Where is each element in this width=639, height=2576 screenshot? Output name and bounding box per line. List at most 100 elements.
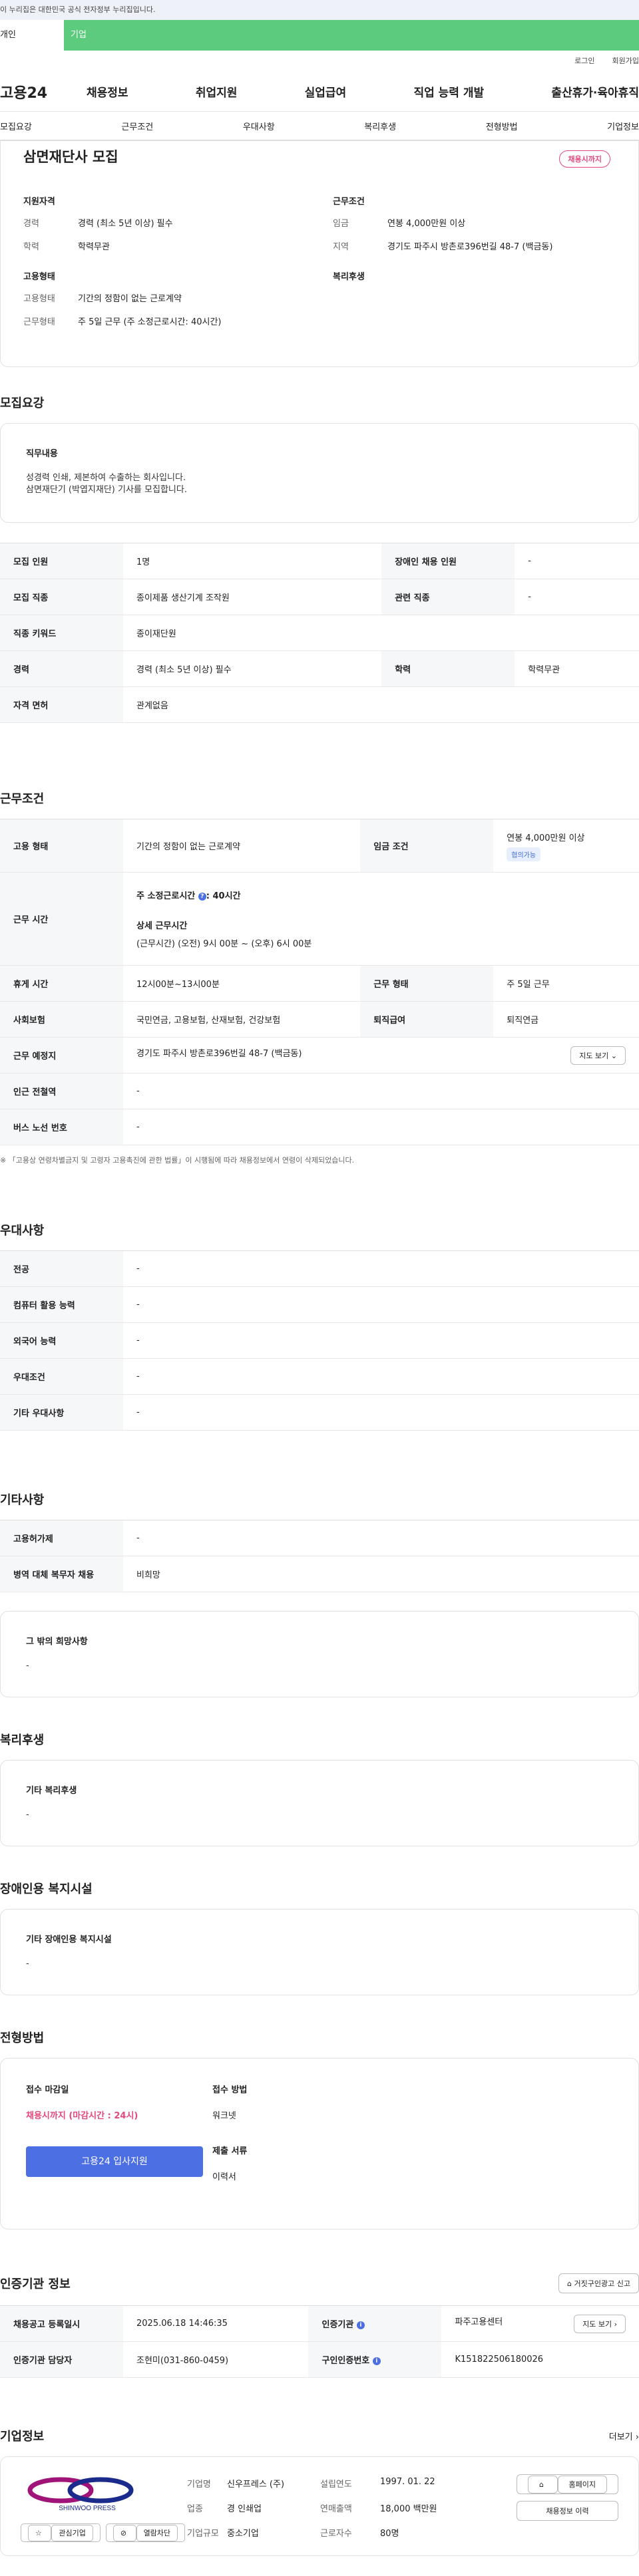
info-icon[interactable]: i <box>372 2357 381 2365</box>
table-row: 병역 대체 복무자 채용 비희망 <box>0 1556 639 1592</box>
table-cell: 비희망 <box>123 1556 639 1592</box>
table-cell: - <box>123 1286 639 1323</box>
table-cell: 조현미(031-860-0459) <box>123 2341 309 2378</box>
table-header-cell: 구인인증번호 i <box>308 2341 442 2378</box>
table-header-cell: 모집 인원 <box>0 543 123 579</box>
table-row: 휴게 시간 12시00분~13시00분 근무 형태 주 5일 근무 <box>0 965 639 1002</box>
table-header-cell: 모집 직종 <box>0 579 123 615</box>
table-row: 우대조건 - <box>0 1358 639 1395</box>
tab-pref[interactable]: 우대사항 <box>243 120 275 132</box>
table-cell: - <box>123 1109 639 1145</box>
agency-org-label: 인증기관 <box>321 2320 354 2330</box>
table-header-cell: 근무 형태 <box>360 965 494 1002</box>
hours-detail: (근무시간) (오전) 9시 00분 ~ (오후) 6시 00분 <box>136 939 312 949</box>
gnb-item-jobs[interactable]: 채용정보 <box>87 83 128 100</box>
table-cell: - <box>123 1520 639 1556</box>
table-row: 근무 시간 주 소정근로시간 ?: 40시간 상세 근무시간 (근무시간) (오… <box>0 872 639 966</box>
wage-cell: 연봉 4,000만원 이상 협의가능 <box>493 819 639 873</box>
hours-main-value: : 40시간 <box>206 891 241 901</box>
table-cell: 종이제품 생산기계 조작원 <box>123 579 382 615</box>
table-header-cell: 직종 키워드 <box>0 615 123 651</box>
chevron-right-icon: › <box>614 2319 617 2329</box>
report-button[interactable]: ⌂ 거짓구인광고 신고 <box>558 2273 639 2293</box>
summary-key: 고용형태 <box>23 294 55 304</box>
table-cell: 퇴직연금 <box>493 1001 639 1038</box>
table-header-cell: 기타 우대사항 <box>0 1394 123 1431</box>
section-title-selection: 전형방법 <box>0 2031 45 2045</box>
table-cell: 12시00분~13시00분 <box>123 965 361 1002</box>
tab-welfare[interactable]: 복리후생 <box>364 120 396 132</box>
summary-conditions: 근무조건 임금 연봉 4,000만원 이상 지역 경기도 파주시 방촌로396번길 … <box>333 194 616 263</box>
tab-company[interactable]: 기업정보 <box>607 120 639 132</box>
docs-label: 제출 서류 <box>212 2146 248 2156</box>
negotiable-chip: 협의가능 <box>507 847 541 861</box>
gnb-item-benefit[interactable]: 실업급여 <box>305 83 347 100</box>
tab-recruit[interactable]: 모집요강 <box>0 120 32 132</box>
company-key: 업종 <box>187 2504 203 2514</box>
tab-personal[interactable]: 개인 <box>0 20 64 51</box>
table-row: 고용허가제 - <box>0 1520 639 1556</box>
deadline-label: 접수 마감일 <box>26 2085 69 2095</box>
table-header-cell: 병역 대체 복무자 채용 <box>0 1556 123 1592</box>
welfare-box-title: 기타 복리후생 <box>26 1786 77 1796</box>
agency-org-cell: 파주고용센터 지도 보기 › <box>441 2305 639 2342</box>
summary-qualification: 지원자격 경력 경력 (최소 5년 이상) 필수 학력 학력무관 <box>23 194 306 263</box>
summary-value: 경기도 파주시 방촌로396번길 48-7 (백금동) <box>387 242 553 252</box>
table-cell: - <box>123 1322 639 1359</box>
tab-enterprise[interactable]: 기업 <box>64 20 639 51</box>
table-cell: - <box>123 1073 639 1109</box>
user-type-tabs: 개인 기업 <box>0 20 639 51</box>
table-header-cell: 인근 전철역 <box>0 1073 123 1109</box>
table-header-cell: 근무 시간 <box>0 872 123 966</box>
favorite-company-button[interactable]: ☆ 관심기업 <box>21 2523 101 2542</box>
apply-button[interactable]: 고용24 입사지원 <box>26 2146 203 2177</box>
login-link[interactable]: 로그인 <box>574 51 594 72</box>
company-key: 근로자수 <box>320 2529 352 2539</box>
gnb-item-training[interactable]: 직업 능력 개발 <box>413 83 484 100</box>
table-header-cell: 채용공고 등록일시 <box>0 2305 123 2342</box>
table-header-cell: 관련 직종 <box>381 579 515 615</box>
history-button[interactable]: 채용정보 이력 <box>517 2501 618 2521</box>
disability-box-value: - <box>26 1959 29 1969</box>
etc-table: 고용허가제 - 병역 대체 복무자 채용 비희망 <box>0 1520 639 1592</box>
hours-cell: 주 소정근로시간 ?: 40시간 상세 근무시간 (근무시간) (오전) 9시 … <box>123 872 639 966</box>
report-button-label: 거짓구인광고 신고 <box>574 2279 630 2288</box>
table-cell: 종이재단원 <box>123 615 639 651</box>
section-title-work: 근무조건 <box>0 792 45 806</box>
gnb-item-leave[interactable]: 출산휴가·육아휴직 <box>551 83 639 100</box>
summary-key: 근무형태 <box>23 317 55 327</box>
company-card: SHINWOO PRESS ☆ 관심기업 ⊘ 열람차단 기업명 신우프레스 (주)… <box>0 2456 639 2556</box>
table-row: 근무 예정지 경기도 파주시 방촌로396번길 48-7 (백금동) 지도 보기 … <box>0 1037 639 1073</box>
home-icon: ⌂ <box>567 2279 574 2288</box>
summary-employment: 고용형태 고용형태 기간의 정함이 없는 근로계약 근무형태 주 5일 근무 (주 … <box>23 269 306 338</box>
table-header-cell: 버스 노선 번호 <box>0 1109 123 1145</box>
table-header-cell: 인증기관 i <box>308 2305 442 2342</box>
welfare-card: 기타 복리후생 - <box>0 1760 639 1846</box>
company-header: 기업정보 더보기 › <box>0 2378 639 2456</box>
gnb-item-support[interactable]: 취업지원 <box>196 83 238 100</box>
company-value: 80명 <box>380 2529 399 2539</box>
map-button[interactable]: 지도 보기 ⌄ <box>570 1046 626 1065</box>
company-value: 신우프레스 (주) <box>227 2480 285 2490</box>
summary-value: 학력무관 <box>78 242 110 252</box>
more-link[interactable]: 더보기 › <box>609 2430 639 2442</box>
agency-table: 채용공고 등록일시 2025.06.18 14:46:35 인증기관 i 파주고… <box>0 2305 639 2378</box>
table-cell: - <box>123 1250 639 1287</box>
table-header-cell: 우대조건 <box>0 1358 123 1395</box>
site-logo[interactable]: 고용24 <box>0 81 47 102</box>
company-side-buttons: ⌂ 홈페이지 채용정보 이력 <box>517 2474 618 2538</box>
signup-link[interactable]: 회원가입 <box>612 51 639 72</box>
table-cell: - <box>123 1358 639 1395</box>
info-icon[interactable]: i <box>356 2321 365 2329</box>
map-button[interactable]: 지도 보기 › <box>574 2314 626 2333</box>
block-company-button[interactable]: ⊘ 열람차단 <box>105 2523 186 2542</box>
tab-work[interactable]: 근무조건 <box>121 120 153 132</box>
gnb-menu: 채용정보 취업지원 실업급여 직업 능력 개발 출산휴가·육아휴직 <box>87 83 639 100</box>
method-label: 접수 방법 <box>212 2085 248 2095</box>
homepage-button[interactable]: ⌂ 홈페이지 <box>517 2474 618 2494</box>
table-row: 모집 인원 1명 장애인 채용 인원 - <box>0 543 639 579</box>
tab-selection[interactable]: 전형방법 <box>486 120 518 132</box>
summary-key: 경력 <box>23 219 39 229</box>
company-info-grid: 기업명 신우프레스 (주) 설립연도 1997. 01. 22 업종 경 인쇄업 연매출액… <box>187 2477 460 2539</box>
info-icon[interactable]: ? <box>198 892 206 901</box>
